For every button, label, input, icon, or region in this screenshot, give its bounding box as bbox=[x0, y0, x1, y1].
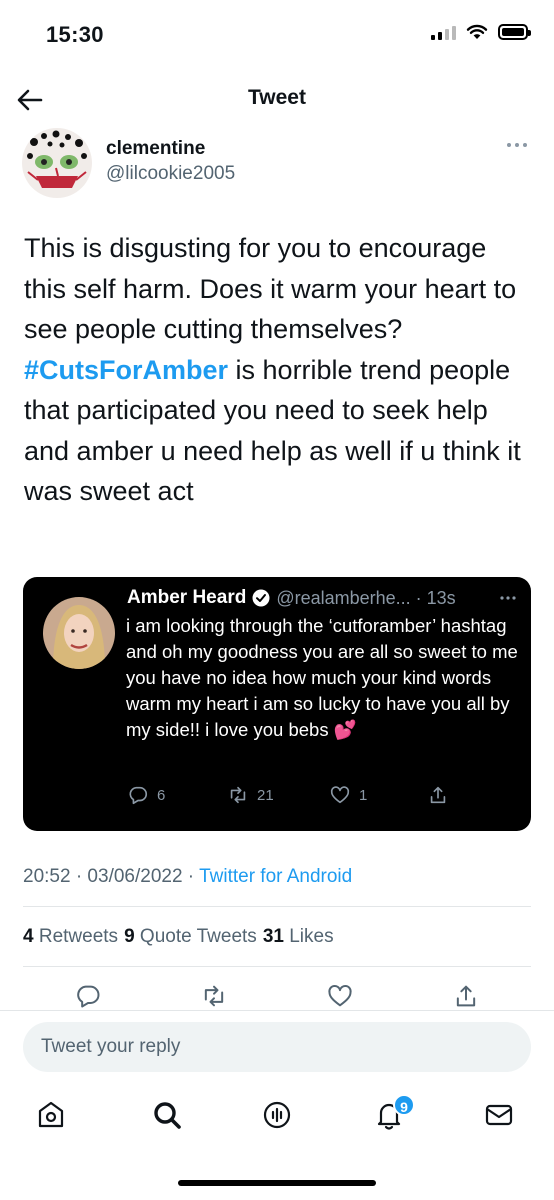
quoted-tweet-actions: 6 21 1 bbox=[127, 784, 467, 808]
quoted-tweet-text: i am looking through the ‘cutforamber’ h… bbox=[126, 615, 518, 740]
quoted-like-count: 1 bbox=[359, 786, 368, 804]
likes-stat[interactable]: 31 Likes bbox=[263, 926, 334, 948]
wifi-icon bbox=[466, 24, 488, 39]
reply-input[interactable]: Tweet your reply bbox=[23, 1022, 531, 1072]
notification-badge: 9 bbox=[393, 1094, 415, 1116]
quoted-reply: 6 bbox=[127, 784, 165, 806]
verified-icon bbox=[252, 589, 270, 607]
bottom-tab-bar: 9 bbox=[0, 1086, 554, 1146]
author-handle[interactable]: @lilcookie2005 bbox=[106, 163, 235, 185]
home-indicator bbox=[178, 1180, 376, 1186]
tweet-meta: 20:52 · 03/06/2022 · Twitter for Android bbox=[23, 866, 352, 888]
messages-icon[interactable] bbox=[482, 1098, 516, 1132]
quoted-more-icon bbox=[500, 596, 516, 600]
reply-icon[interactable] bbox=[74, 982, 102, 1010]
divider bbox=[0, 1010, 554, 1011]
like-icon[interactable] bbox=[326, 982, 354, 1010]
author-avatar[interactable] bbox=[22, 128, 92, 198]
quoted-author-avatar bbox=[43, 597, 115, 669]
quoted-author-name: Amber Heard bbox=[127, 587, 247, 608]
quotes-label: Quote Tweets bbox=[139, 926, 257, 947]
spaces-icon[interactable] bbox=[260, 1098, 294, 1132]
retweets-label: Retweets bbox=[38, 926, 119, 947]
tweet-text-before: This is disgusting for you to encourage … bbox=[24, 233, 517, 344]
like-icon bbox=[330, 786, 350, 804]
header: Tweet bbox=[0, 78, 554, 122]
retweet-icon bbox=[230, 786, 246, 804]
tweet-author: clementine @lilcookie2005 bbox=[22, 128, 532, 200]
share-icon bbox=[430, 786, 446, 804]
retweets-count: 4 bbox=[23, 926, 34, 947]
divider bbox=[23, 906, 531, 907]
cellular-signal-icon bbox=[431, 24, 456, 40]
author-name[interactable]: clementine bbox=[106, 138, 205, 160]
quoted-tweet-image[interactable]: Amber Heard @realamberhe... · 13s i am l… bbox=[23, 577, 531, 831]
retweets-stat[interactable]: 4 Retweets bbox=[23, 926, 118, 948]
tweet-timestamp: 20:52 · 03/06/2022 · bbox=[23, 866, 200, 887]
divider bbox=[23, 966, 531, 967]
retweet-icon[interactable] bbox=[200, 982, 228, 1010]
quotes-count: 9 bbox=[124, 926, 135, 947]
share-icon[interactable] bbox=[452, 982, 480, 1010]
more-icon[interactable] bbox=[506, 140, 528, 150]
quoted-author-handle: @realamberhe... · 13s bbox=[276, 587, 456, 608]
search-icon[interactable] bbox=[150, 1098, 184, 1132]
quoted-reply-count: 6 bbox=[157, 786, 166, 804]
reply-placeholder: Tweet your reply bbox=[41, 1036, 181, 1057]
likes-count: 31 bbox=[262, 926, 284, 947]
status-icons bbox=[431, 24, 531, 40]
home-icon[interactable] bbox=[34, 1098, 68, 1132]
battery-icon bbox=[498, 24, 531, 40]
quoted-like: 1 bbox=[329, 784, 367, 806]
likes-label: Likes bbox=[289, 926, 334, 947]
status-bar: 15:30 bbox=[0, 0, 554, 70]
page-title: Tweet bbox=[248, 86, 306, 109]
status-time: 15:30 bbox=[46, 22, 104, 47]
quoted-author: Amber Heard @realamberhe... · 13s bbox=[127, 587, 456, 609]
quoted-retweet: 21 bbox=[227, 784, 274, 806]
quotes-stat[interactable]: 9 Quote Tweets bbox=[124, 926, 257, 948]
tweet-text: This is disgusting for you to encourage … bbox=[24, 228, 534, 512]
quoted-share bbox=[427, 784, 449, 806]
reply-icon bbox=[129, 786, 148, 805]
tweet-stats: 4 Retweets 9 Quote Tweets 31 Likes bbox=[23, 926, 334, 948]
tweet-source-link[interactable]: Twitter for Android bbox=[199, 866, 352, 887]
quoted-retweet-count: 21 bbox=[257, 786, 274, 804]
hashtag-link[interactable]: #CutsForAmber bbox=[24, 355, 228, 385]
